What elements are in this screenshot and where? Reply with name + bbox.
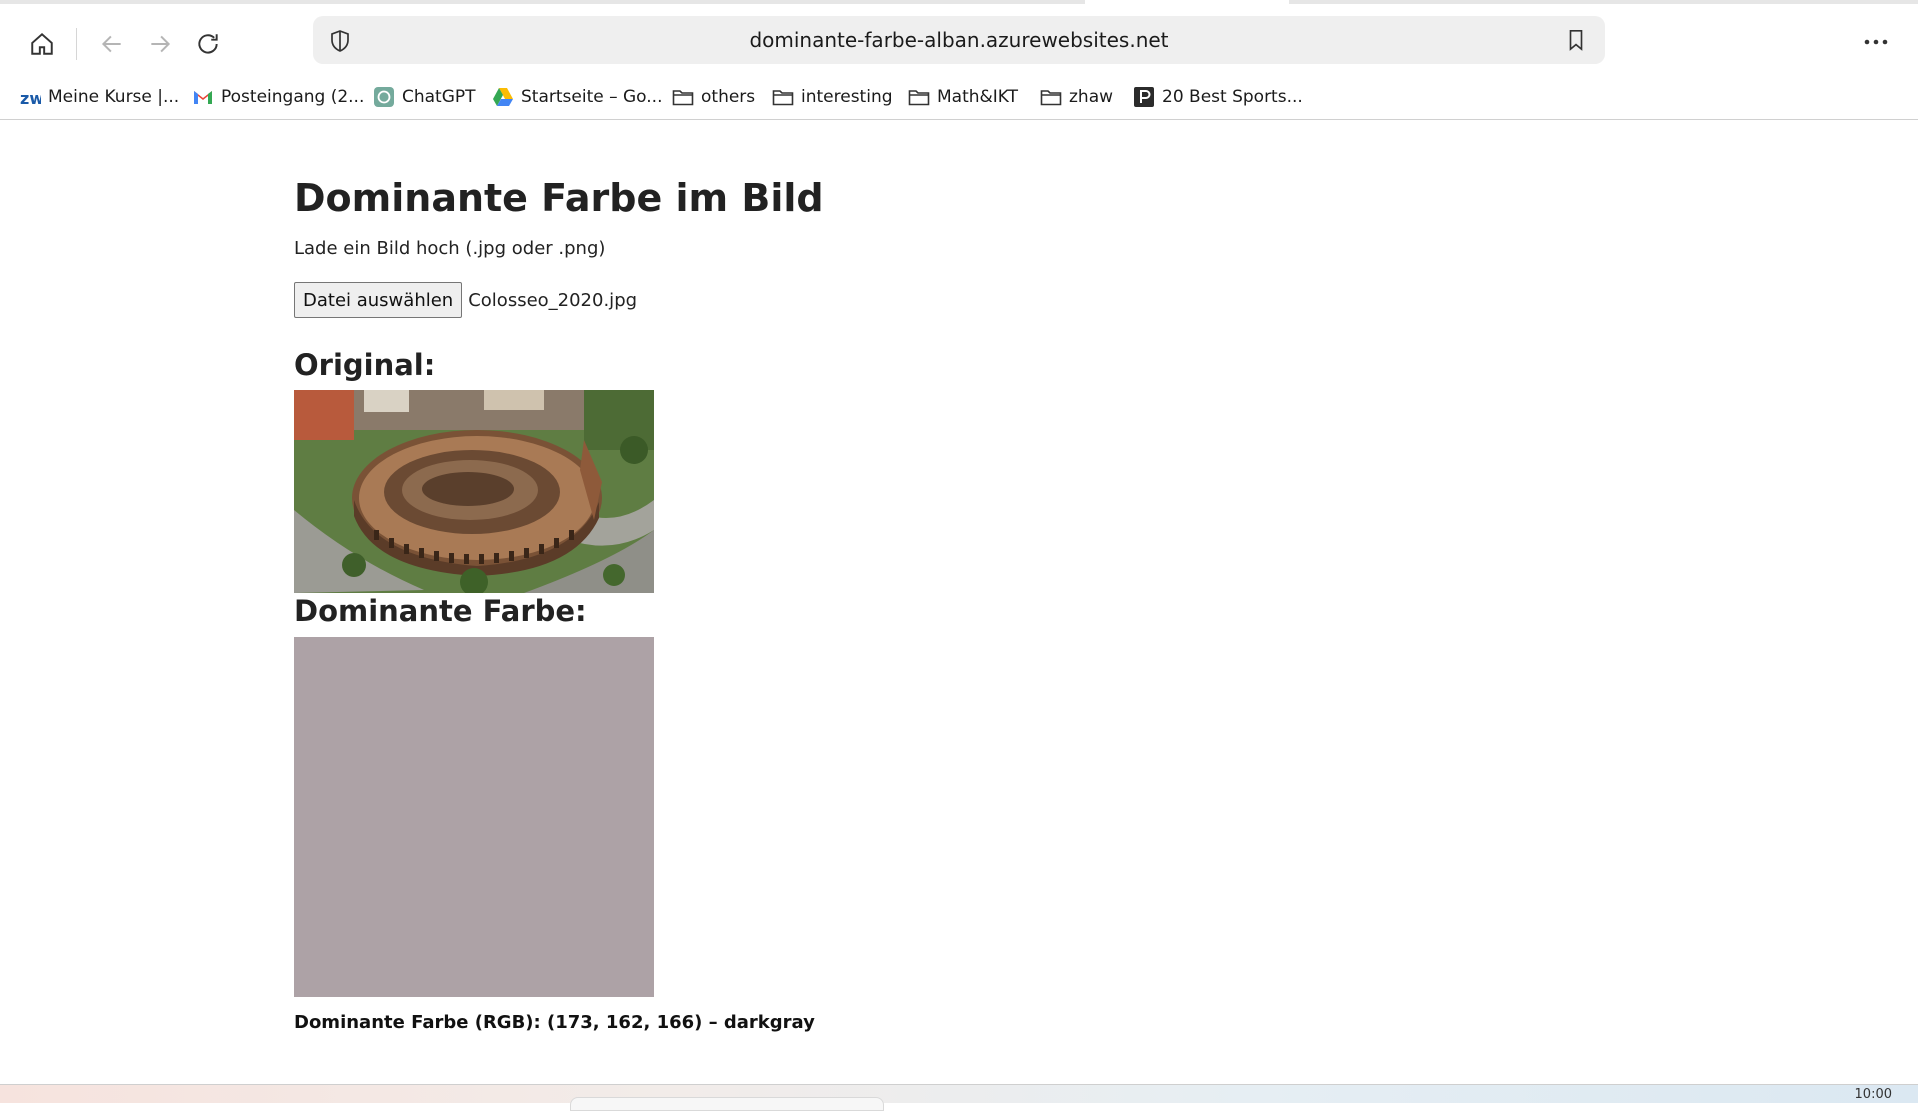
bookmark-label: Math&IKT <box>937 87 1019 107</box>
bookmark-folder-others[interactable]: others <box>672 82 755 112</box>
bookmark-label: Meine Kurse |... <box>48 87 180 107</box>
original-heading: Original: <box>294 348 436 382</box>
chatgpt-icon <box>373 86 395 108</box>
folder-icon <box>672 86 694 108</box>
gmail-icon <box>192 86 214 108</box>
bookmarks-bar: zw Meine Kurse |... Posteingang (2... Ch… <box>0 76 1918 120</box>
original-image <box>294 390 654 593</box>
more-dots-icon <box>1864 39 1888 45</box>
bookmark-label: interesting <box>801 87 893 107</box>
bookmark-label: Startseite – Go... <box>521 87 663 107</box>
home-button[interactable] <box>20 24 64 64</box>
address-bar[interactable]: dominante-farbe-alban.azurewebsites.net <box>313 16 1605 64</box>
favorite-button[interactable] <box>1561 25 1591 55</box>
bookmark-folder-math-ikt[interactable]: Math&IKT <box>908 82 1018 112</box>
bookmark-label: ChatGPT <box>402 87 476 107</box>
taskbar-search[interactable] <box>570 1097 884 1111</box>
bookmark-label: others <box>701 87 756 107</box>
reload-icon <box>198 34 218 54</box>
bookmark-startseite[interactable]: Startseite – Go... <box>492 82 663 112</box>
folder-icon <box>772 86 794 108</box>
page-title: Dominante Farbe im Bild <box>294 176 824 220</box>
forward-button[interactable] <box>138 24 182 64</box>
bookmark-icon <box>1569 30 1583 51</box>
arrow-right-icon <box>151 35 171 53</box>
dominant-color-swatch <box>294 637 654 997</box>
taskbar-clock: 10:00 <box>1854 1087 1892 1102</box>
back-button[interactable] <box>90 24 134 64</box>
zhaw-icon: zw <box>19 86 41 108</box>
arrow-left-icon <box>101 35 121 53</box>
bookmark-posteingang[interactable]: Posteingang (2... <box>192 82 364 112</box>
bookmark-label: Posteingang (2... <box>221 87 365 107</box>
bookmark-meine-kurse[interactable]: zw Meine Kurse |... <box>19 82 179 112</box>
bookmark-best-sports[interactable]: 20 Best Sports... <box>1133 82 1303 112</box>
bookmark-folder-zhaw[interactable]: zhaw <box>1040 82 1113 112</box>
browser-toolbar: dominante-farbe-alban.azurewebsites.net <box>0 4 1918 76</box>
url-text[interactable]: dominante-farbe-alban.azurewebsites.net <box>313 16 1605 64</box>
upload-instructions: Lade ein Bild hoch (.jpg oder .png) <box>294 238 606 259</box>
bookmark-folder-interesting[interactable]: interesting <box>772 82 893 112</box>
file-input[interactable]: Datei auswählen Colosseo_2020.jpg <box>294 282 637 318</box>
folder-icon <box>908 86 930 108</box>
home-icon <box>31 32 53 55</box>
selected-file-name: Colosseo_2020.jpg <box>468 289 638 311</box>
svg-text:zw: zw <box>20 89 41 108</box>
settings-more-button[interactable] <box>1854 22 1898 62</box>
google-drive-icon <box>492 86 514 108</box>
taskbar: 10:00 <box>0 1084 1918 1111</box>
dominant-color-heading: Dominante Farbe: <box>294 594 587 628</box>
bookmark-label: 20 Best Sports... <box>1162 87 1303 107</box>
folder-icon <box>1040 86 1062 108</box>
choose-file-button[interactable]: Datei auswählen <box>294 282 463 318</box>
bookmark-chatgpt[interactable]: ChatGPT <box>373 82 476 112</box>
site-icon <box>1133 86 1155 108</box>
toolbar-separator <box>76 28 77 60</box>
bookmark-label: zhaw <box>1069 87 1114 107</box>
reload-button[interactable] <box>186 24 230 64</box>
dominant-color-result: Dominante Farbe (RGB): (173, 162, 166) –… <box>294 1012 815 1033</box>
